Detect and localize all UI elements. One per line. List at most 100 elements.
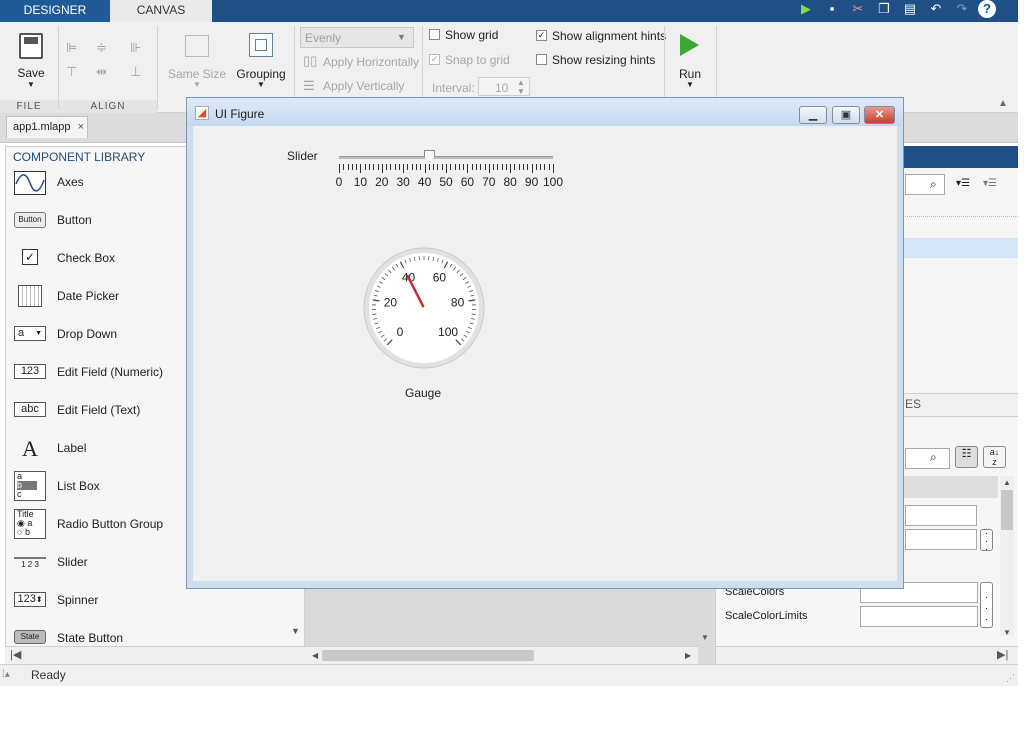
minimize-button[interactable]: ▁ bbox=[799, 106, 827, 124]
gauge-tick-label: 60 bbox=[433, 271, 447, 285]
search-icon[interactable]: ⌕ bbox=[930, 450, 937, 465]
gauge-tick-label: 80 bbox=[451, 296, 465, 310]
slider-tick bbox=[411, 164, 413, 170]
slider-tick bbox=[493, 164, 495, 170]
snap-to-grid-checkbox[interactable]: ✓ bbox=[429, 54, 440, 65]
interval-stepper[interactable]: 10 ▲ ▼ bbox=[478, 77, 530, 96]
slider-track[interactable] bbox=[339, 156, 553, 159]
grouping-button[interactable]: Grouping bbox=[234, 67, 288, 81]
slider-tick-label: 0 bbox=[335, 175, 343, 189]
chevron-down-icon[interactable]: ▼ bbox=[255, 80, 267, 89]
slider-tick-label: 40 bbox=[417, 175, 432, 189]
axes-icon bbox=[14, 171, 46, 195]
scroll-down-icon[interactable]: ▼ bbox=[701, 633, 709, 642]
cut-icon[interactable]: ✂ bbox=[848, 0, 868, 18]
property-label: ScaleColorLimits bbox=[725, 610, 808, 622]
library-item-spinner[interactable]: 123⬍ Spinner bbox=[14, 587, 294, 619]
last-page-icon[interactable]: ▶| bbox=[997, 648, 1008, 661]
save-button[interactable]: Save bbox=[10, 66, 52, 80]
scroll-right-icon[interactable]: ▶ bbox=[685, 651, 691, 660]
section-align: ALIGN bbox=[59, 100, 157, 113]
slider-tick bbox=[390, 164, 392, 170]
tab-canvas[interactable]: CANVAS bbox=[110, 0, 212, 22]
resizing-hints-checkbox[interactable] bbox=[536, 54, 547, 65]
chevron-down-icon[interactable]: ▼ bbox=[684, 80, 696, 89]
save-icon[interactable] bbox=[19, 33, 43, 59]
copy-icon[interactable]: ❐ bbox=[874, 0, 894, 18]
tree-view-icon[interactable]: ▾☰ bbox=[956, 178, 970, 189]
group-by-category-icon[interactable]: ☷ bbox=[955, 446, 978, 468]
alignment-hints-label: Show alignment hints bbox=[552, 29, 667, 43]
tab-designer[interactable]: DESIGNER bbox=[0, 0, 110, 22]
scroll-down-icon[interactable]: ▼ bbox=[1003, 628, 1011, 637]
same-size-button[interactable]: Same Size bbox=[166, 67, 228, 81]
scrollbar-thumb[interactable] bbox=[322, 650, 534, 661]
align-left-icon: ⊫ bbox=[66, 40, 78, 55]
help-icon[interactable]: ? bbox=[978, 0, 996, 18]
matlab-logo-icon: ◢ bbox=[195, 106, 209, 120]
snap-to-grid-label: Snap to grid bbox=[445, 53, 510, 67]
collapse-ribbon-icon[interactable]: ▲ bbox=[998, 98, 1008, 109]
gauge[interactable]: 020406080100 bbox=[360, 245, 490, 375]
scale-color-limits-field[interactable] bbox=[860, 606, 978, 627]
slider-tick bbox=[505, 164, 507, 170]
spinner-icon-text: 123 bbox=[17, 593, 36, 605]
scrollbar-thumb[interactable] bbox=[1001, 490, 1013, 530]
spinner-icon: 123⬍ bbox=[14, 592, 46, 607]
spacing-dropdown[interactable]: Evenly ▼ bbox=[300, 27, 414, 48]
section-file: FILE bbox=[0, 100, 58, 113]
scroll-down-icon[interactable]: ▼ bbox=[291, 626, 300, 636]
chevron-down-icon: ▼ bbox=[35, 330, 42, 337]
scroll-left-icon[interactable]: ◀ bbox=[312, 651, 318, 660]
save-icon[interactable]: ▪ bbox=[822, 0, 842, 18]
inspector-tab-label[interactable]: ES bbox=[905, 397, 921, 411]
paste-icon[interactable]: ▤ bbox=[900, 0, 920, 18]
apply-horizontally-button[interactable]: Apply Horizontally bbox=[323, 55, 419, 69]
listbox-icon: a b c bbox=[14, 471, 46, 501]
search-icon[interactable]: ⌕ bbox=[930, 177, 937, 192]
redo-icon[interactable]: ↷ bbox=[952, 0, 972, 18]
ui-figure-title-bar[interactable] bbox=[187, 98, 903, 126]
chevron-down-icon[interactable]: ▼ bbox=[25, 80, 37, 89]
run-icon[interactable]: ▶ bbox=[796, 0, 816, 18]
run-button[interactable]: Run bbox=[674, 67, 706, 81]
slider-tick bbox=[480, 164, 482, 170]
browser-search-input[interactable] bbox=[905, 174, 945, 195]
library-item-label: Date Picker bbox=[57, 289, 120, 303]
more-options-icon[interactable]: · · · bbox=[980, 529, 993, 555]
slider-tick bbox=[471, 164, 473, 170]
stepper-arrows-icon[interactable]: ▲ ▼ bbox=[517, 78, 525, 96]
slider-tick bbox=[514, 164, 516, 170]
grouping-icon[interactable] bbox=[249, 33, 273, 57]
slider-tick bbox=[501, 164, 503, 170]
first-page-icon[interactable]: |◀ bbox=[10, 648, 21, 661]
sort-alphabetical-icon[interactable]: a↓ z bbox=[983, 446, 1006, 468]
scroll-up-icon[interactable]: ▲ bbox=[1003, 478, 1011, 487]
close-icon[interactable]: × bbox=[78, 121, 84, 133]
divider bbox=[58, 26, 59, 110]
show-grid-checkbox[interactable] bbox=[429, 29, 440, 40]
resize-grip-icon[interactable]: ⋰ bbox=[1006, 673, 1015, 684]
property-search-input[interactable] bbox=[905, 448, 950, 469]
undo-icon[interactable]: ↶ bbox=[926, 0, 946, 18]
close-button[interactable]: ✕ bbox=[864, 106, 895, 124]
slider-tick bbox=[463, 164, 465, 170]
align-center-icon: ≑ bbox=[96, 40, 107, 55]
slider-tick bbox=[518, 164, 520, 170]
document-tab-label: app1.mlapp bbox=[13, 121, 71, 133]
run-icon[interactable] bbox=[680, 34, 699, 56]
property-value-field[interactable] bbox=[905, 529, 977, 550]
more-options-icon[interactable]: · · · bbox=[980, 582, 993, 628]
property-value-field[interactable] bbox=[905, 505, 977, 526]
ui-figure-client-area[interactable] bbox=[193, 126, 897, 581]
list-view-icon[interactable]: ▾☰ bbox=[983, 178, 997, 189]
library-item-state-button[interactable]: State State Button bbox=[14, 625, 294, 645]
library-item-label: Label bbox=[57, 441, 87, 455]
document-tab[interactable]: app1.mlapp × bbox=[6, 116, 88, 138]
slider-tick-label: 50 bbox=[439, 175, 453, 189]
slider-tick bbox=[523, 164, 525, 170]
alignment-hints-checkbox[interactable]: ✓ bbox=[536, 30, 547, 41]
apply-vertically-button[interactable]: Apply Vertically bbox=[323, 79, 404, 93]
maximize-button[interactable]: ▣ bbox=[832, 106, 860, 124]
radio-group-icon-option: b bbox=[24, 527, 30, 537]
